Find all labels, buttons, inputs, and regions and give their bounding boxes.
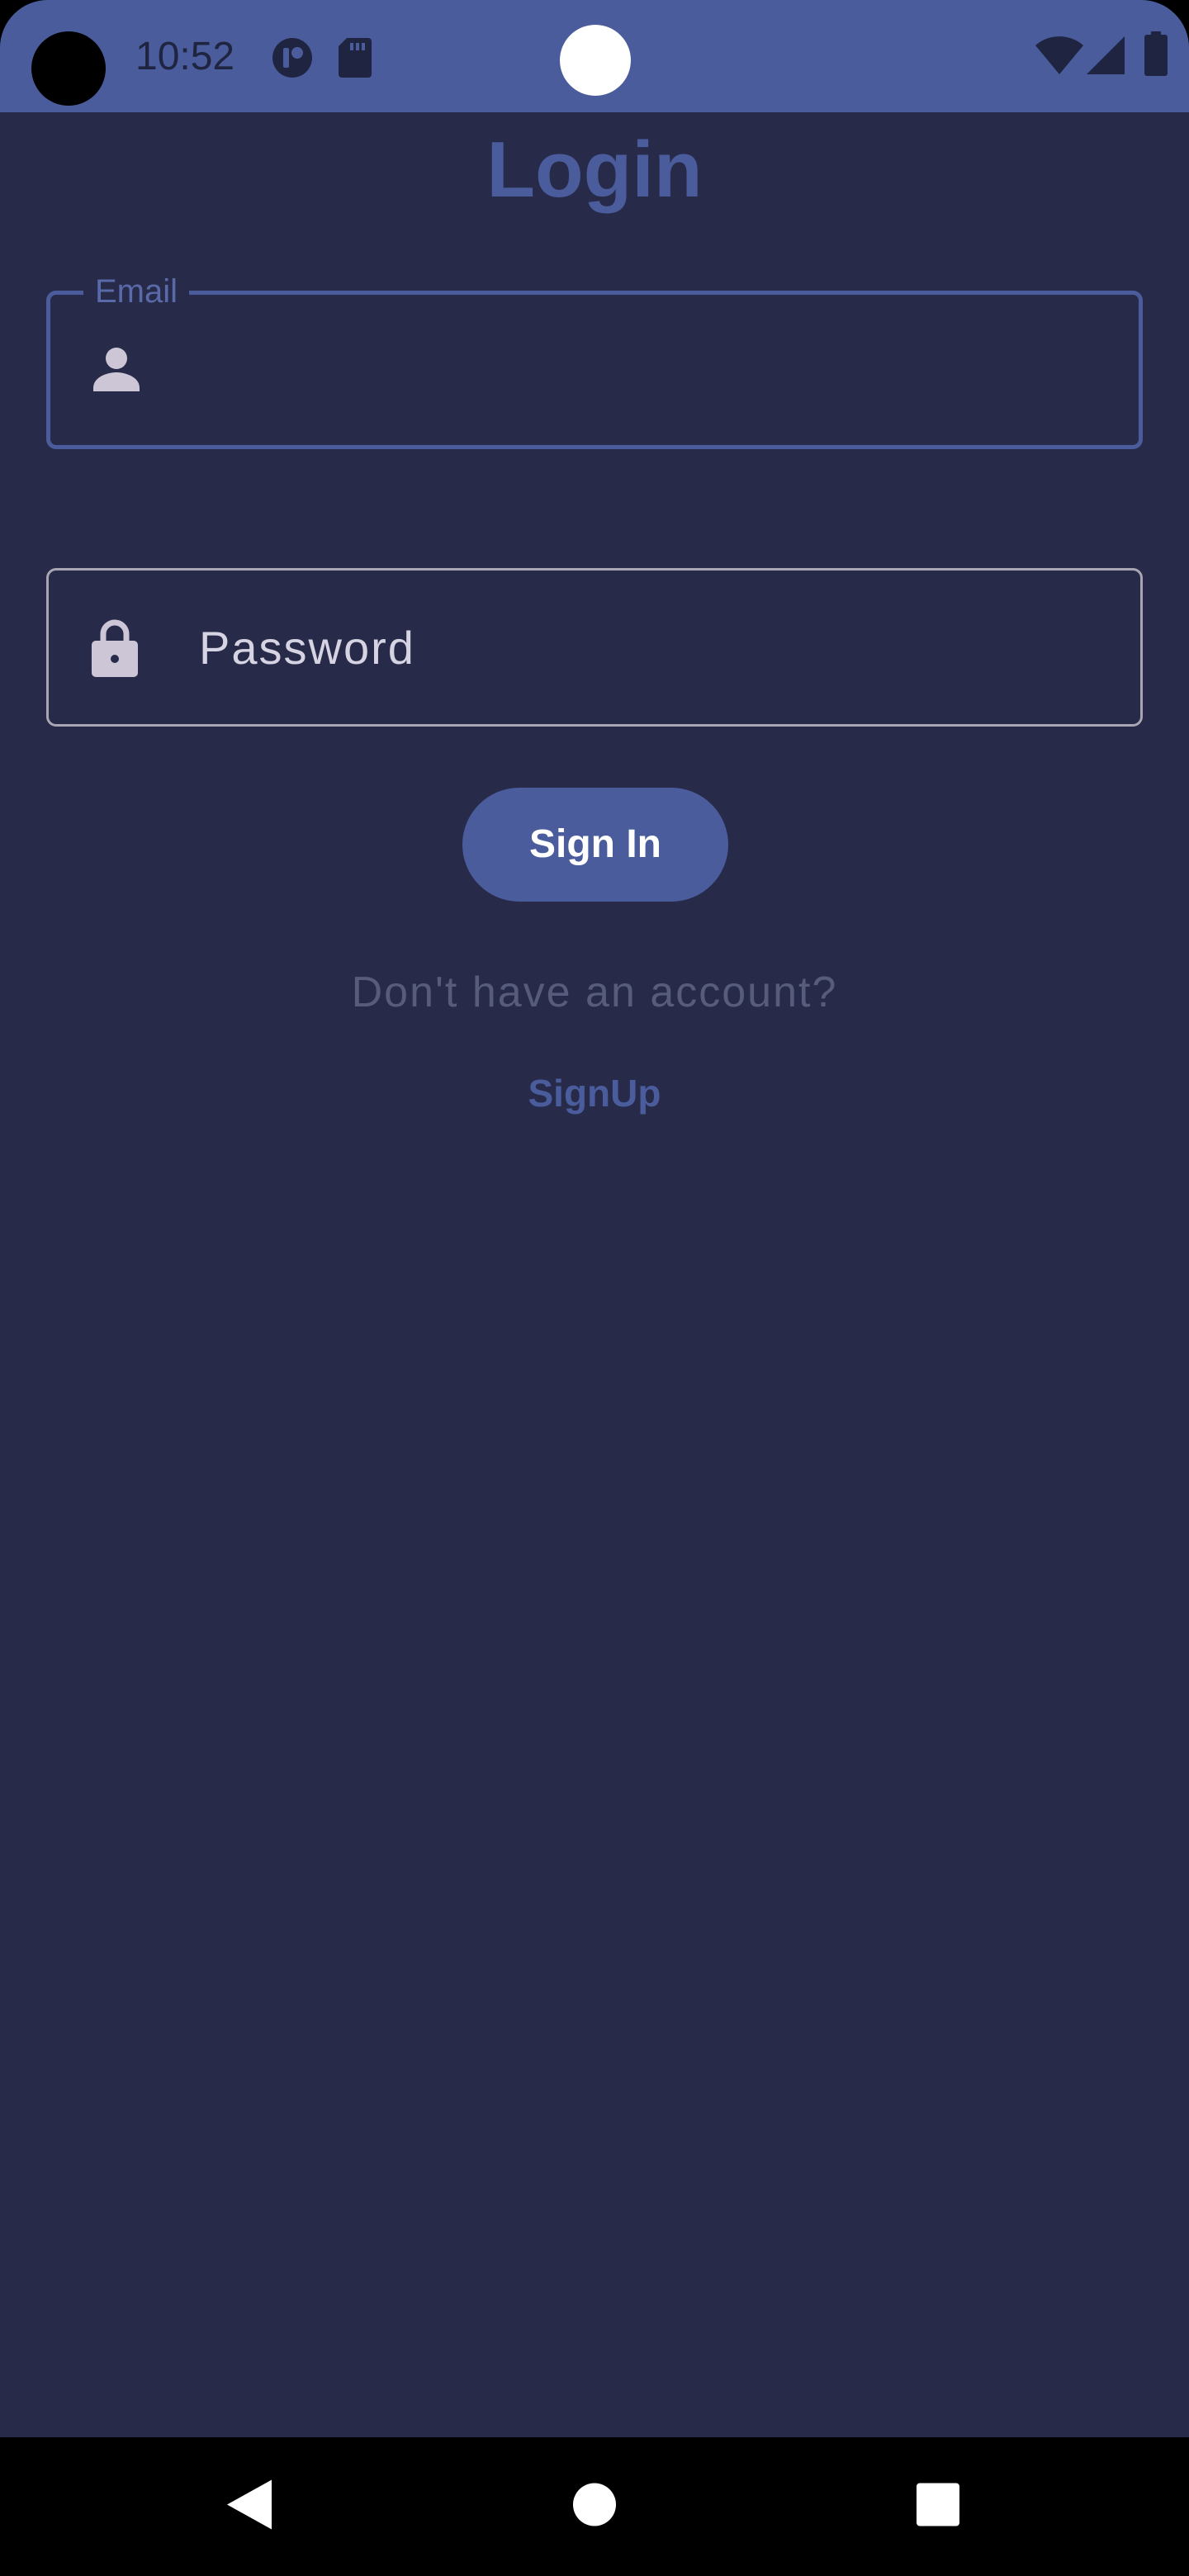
email-input[interactable] <box>199 295 1106 445</box>
person-icon <box>90 339 143 401</box>
no-account-text: Don't have an account? <box>351 968 838 1016</box>
back-icon[interactable] <box>227 2479 272 2534</box>
password-field[interactable] <box>46 568 1143 727</box>
password-input[interactable] <box>197 571 1107 724</box>
app-notification-icon <box>271 36 314 83</box>
lock-icon <box>88 616 141 679</box>
status-bar: 10:52 <box>0 0 1189 112</box>
cell-signal-icon <box>1087 36 1125 78</box>
status-time: 10:52 <box>135 35 235 78</box>
signup-link[interactable]: SignUp <box>495 1067 694 1120</box>
email-field-label: Email <box>83 270 190 313</box>
page-title: Login <box>486 125 703 214</box>
navigation-bar <box>0 2437 1189 2576</box>
camera-cutout-icon <box>31 31 106 106</box>
notification-dot <box>560 25 631 96</box>
sign-in-button[interactable]: Sign In <box>462 788 728 902</box>
sd-card-icon <box>339 38 372 82</box>
home-icon[interactable] <box>573 2483 616 2531</box>
email-field[interactable]: Email <box>46 270 1143 449</box>
wifi-icon <box>1035 36 1083 78</box>
battery-icon <box>1144 31 1168 80</box>
phone-screen: 10:52 Login Email Sign In Don't have an … <box>0 0 1189 2576</box>
recents-icon[interactable] <box>917 2483 959 2531</box>
